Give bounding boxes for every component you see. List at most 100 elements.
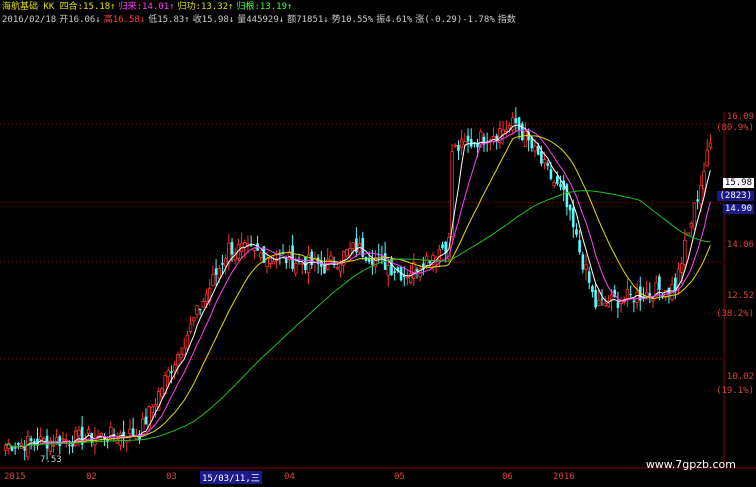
candle-up	[702, 171, 706, 190]
cursor-date-label: 15/03/11,三	[200, 471, 262, 484]
x-tick: 03	[166, 472, 177, 482]
candle-down	[600, 298, 604, 300]
y-pct: (19.1%)	[716, 386, 754, 396]
candle-down	[170, 371, 173, 374]
candle-up	[338, 262, 343, 273]
watermark: www.7gpzb.com	[645, 458, 736, 471]
candle-up	[542, 159, 547, 164]
candle-up	[689, 223, 693, 228]
candle-up	[51, 444, 56, 447]
candle-up	[223, 258, 228, 267]
candle-up	[345, 249, 349, 257]
candle-up	[329, 255, 333, 261]
candle-up	[179, 353, 183, 359]
candle-up	[185, 334, 190, 349]
candle-up	[683, 239, 687, 266]
candle-down	[393, 271, 396, 273]
candle-up	[424, 255, 429, 267]
x-tick: 2015	[4, 472, 26, 482]
candle-up	[182, 347, 186, 356]
header-field: 势10.55%	[331, 15, 374, 25]
y-tick: 12.52	[726, 291, 754, 301]
candle-down	[594, 289, 597, 308]
header-field: 额71851↓	[287, 15, 329, 25]
price-level-tag: 14.90	[722, 204, 754, 214]
candle-up	[176, 354, 180, 366]
candle-down	[284, 259, 288, 264]
candle-up	[597, 299, 601, 306]
candle-down	[469, 139, 473, 147]
header-field: 归功:13.32↑	[177, 2, 234, 12]
candle-up	[552, 182, 556, 186]
candle-down	[629, 294, 632, 296]
candle-up	[676, 268, 681, 286]
candle-up	[412, 262, 416, 279]
candle-up	[584, 264, 588, 270]
x-tick: 02	[86, 472, 97, 482]
candle-up	[507, 125, 512, 129]
candle-up	[335, 266, 339, 269]
candle-up	[217, 267, 221, 279]
candle-down	[546, 163, 550, 166]
candle-down	[575, 229, 578, 235]
ohlc-header: 2016/02/18 开16.06↓ 高16.58↓ 低15.83↑ 收15.98↓ 量4…	[2, 15, 519, 26]
candle-down	[415, 269, 419, 272]
candle-up	[160, 388, 164, 397]
header-field: 量445929↓	[237, 15, 285, 25]
candle-down	[549, 169, 553, 179]
ma-line-20	[5, 135, 711, 448]
candle-up	[386, 265, 390, 276]
candle-up	[699, 185, 703, 204]
candle-up	[708, 142, 713, 148]
candle-down	[556, 176, 559, 184]
candle-down	[316, 257, 320, 264]
candle-up	[201, 301, 206, 308]
candle-up	[61, 438, 65, 441]
candle-up	[692, 202, 697, 230]
candle-up	[150, 406, 154, 413]
candle-down	[214, 268, 218, 275]
candle-up	[504, 129, 508, 132]
candle-down	[571, 207, 575, 228]
candle-down	[221, 262, 224, 265]
header-field: 归根:13.19↑	[236, 2, 293, 12]
candle-down	[536, 146, 540, 155]
y-pct: (38.2%)	[716, 309, 754, 319]
ma-line-60	[5, 190, 711, 448]
candle-up	[533, 145, 537, 152]
x-tick: 06	[502, 472, 513, 482]
candle-down	[616, 302, 620, 308]
candle-up	[463, 141, 467, 145]
candle-down	[540, 151, 543, 164]
candle-down	[291, 245, 294, 269]
candle-up	[609, 294, 614, 301]
y-tick: 10.02	[726, 372, 754, 382]
candle-up	[259, 252, 263, 258]
header-field: 2016/02/18	[2, 15, 57, 25]
y-tick: 14.06	[726, 240, 754, 250]
header-field: 收15.98↓	[192, 15, 235, 25]
candle-up	[300, 262, 304, 265]
ma-line-5	[5, 124, 711, 449]
candle-up	[294, 263, 298, 274]
candle-up	[635, 291, 639, 303]
candle-down	[520, 123, 524, 141]
kline-chart[interactable]	[0, 0, 756, 487]
candle-down	[23, 448, 27, 451]
candle-down	[13, 447, 17, 449]
candle-up	[166, 370, 170, 378]
candle-up	[153, 404, 158, 408]
volume-tag: (2823)	[717, 191, 754, 201]
candle-up	[268, 257, 272, 264]
candle-down	[696, 199, 699, 202]
candles	[3, 107, 713, 461]
candle-up	[651, 299, 655, 302]
candle-up	[619, 301, 623, 304]
header-field: 振4.61%	[376, 15, 413, 25]
x-tick: 2016	[553, 472, 575, 482]
header-field: 低15.83↑	[148, 15, 190, 25]
candle-up	[195, 305, 199, 315]
candle-up	[351, 242, 355, 249]
candle-up	[501, 129, 505, 135]
candle-up	[128, 428, 132, 435]
